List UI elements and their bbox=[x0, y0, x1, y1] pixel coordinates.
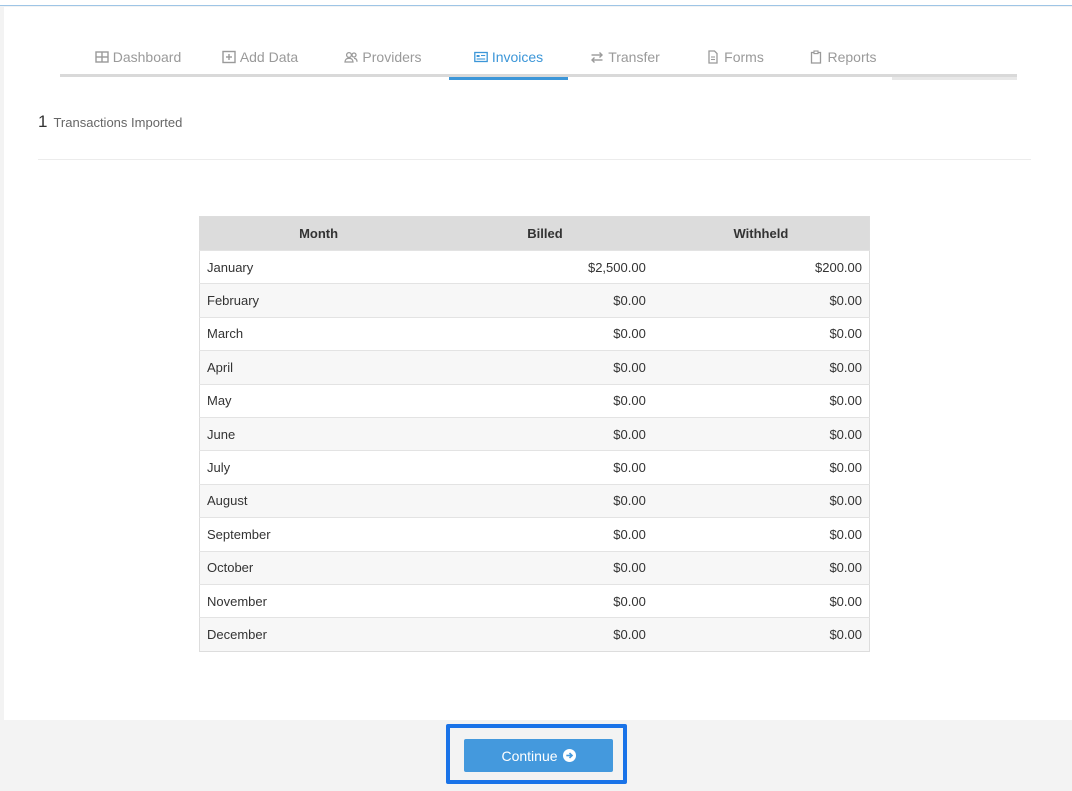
tab-bar: Dashboard Add Data Providers Invoices Tr… bbox=[60, 37, 1017, 80]
month-cell: November bbox=[199, 583, 438, 618]
tab-label: Providers bbox=[362, 49, 422, 65]
document-icon bbox=[706, 50, 720, 64]
month-cell: January bbox=[199, 249, 438, 284]
month-cell: September bbox=[199, 517, 438, 552]
month-cell: August bbox=[199, 483, 438, 518]
tab-providers[interactable]: Providers bbox=[330, 37, 436, 77]
table-row: April $0.00 $0.00 bbox=[199, 350, 870, 385]
billed-cell: $0.00 bbox=[437, 517, 653, 552]
withheld-cell: $0.00 bbox=[652, 283, 870, 318]
top-border bbox=[0, 0, 1072, 6]
tab-bar-end-segment bbox=[892, 77, 1017, 80]
table-row: July $0.00 $0.00 bbox=[199, 450, 870, 485]
column-header-billed: Billed bbox=[437, 216, 653, 251]
tab-reports[interactable]: Reports bbox=[795, 37, 891, 77]
withheld-cell: $0.00 bbox=[652, 450, 870, 485]
withheld-cell: $200.00 bbox=[652, 249, 870, 284]
tab-add-data[interactable]: Add Data bbox=[210, 37, 310, 77]
month-cell: March bbox=[199, 316, 438, 351]
billed-cell: $0.00 bbox=[437, 350, 653, 385]
tab-label: Transfer bbox=[608, 49, 660, 65]
table-row: March $0.00 $0.00 bbox=[199, 316, 870, 351]
tab-label: Dashboard bbox=[112, 49, 182, 65]
billed-cell: $0.00 bbox=[437, 316, 653, 351]
billed-cell: $0.00 bbox=[437, 416, 653, 451]
exchange-icon bbox=[590, 50, 604, 64]
month-cell: February bbox=[199, 283, 438, 318]
billed-cell: $2,500.00 bbox=[437, 249, 653, 284]
column-header-withheld: Withheld bbox=[652, 216, 870, 251]
billed-cell: $0.00 bbox=[437, 383, 653, 418]
tab-label: Forms bbox=[724, 49, 764, 65]
table-row: May $0.00 $0.00 bbox=[199, 383, 870, 418]
billed-cell: $0.00 bbox=[437, 450, 653, 485]
month-cell: July bbox=[199, 450, 438, 485]
transactions-count: 1 bbox=[38, 112, 48, 131]
table-header-row: Month Billed Withheld bbox=[199, 216, 870, 251]
tab-label: Reports bbox=[827, 49, 877, 65]
month-cell: April bbox=[199, 350, 438, 385]
arrow-circle-right-icon bbox=[562, 749, 576, 762]
table-row: November $0.00 $0.00 bbox=[199, 583, 870, 618]
withheld-cell: $0.00 bbox=[652, 617, 870, 652]
continue-button[interactable]: Continue bbox=[464, 739, 613, 772]
table-row: December $0.00 $0.00 bbox=[199, 617, 870, 652]
withheld-cell: $0.00 bbox=[652, 583, 870, 618]
tab-forms[interactable]: Forms bbox=[691, 37, 779, 77]
clipboard-icon bbox=[809, 50, 823, 64]
tab-invoices[interactable]: Invoices bbox=[449, 37, 568, 80]
withheld-cell: $0.00 bbox=[652, 350, 870, 385]
withheld-cell: $0.00 bbox=[652, 316, 870, 351]
month-cell: December bbox=[199, 617, 438, 652]
column-header-month: Month bbox=[199, 216, 438, 251]
table-icon bbox=[95, 50, 109, 64]
tab-transfer[interactable]: Transfer bbox=[575, 37, 675, 77]
withheld-cell: $0.00 bbox=[652, 383, 870, 418]
continue-label: Continue bbox=[501, 747, 558, 764]
table-row: September $0.00 $0.00 bbox=[199, 517, 870, 552]
table-row: June $0.00 $0.00 bbox=[199, 416, 870, 451]
table-row: February $0.00 $0.00 bbox=[199, 283, 870, 318]
withheld-cell: $0.00 bbox=[652, 483, 870, 518]
billed-cell: $0.00 bbox=[437, 617, 653, 652]
tab-label: Invoices bbox=[491, 49, 544, 65]
invoice-card-icon bbox=[473, 50, 488, 64]
billed-cell: $0.00 bbox=[437, 283, 653, 318]
month-cell: June bbox=[199, 416, 438, 451]
import-summary: 1 Transactions Imported bbox=[38, 112, 182, 132]
plus-square-icon bbox=[222, 50, 236, 64]
table-row: January $2,500.00 $200.00 bbox=[199, 249, 870, 284]
table-row: August $0.00 $0.00 bbox=[199, 483, 870, 518]
transactions-label: Transactions Imported bbox=[53, 115, 183, 130]
tab-dashboard[interactable]: Dashboard bbox=[84, 37, 192, 77]
monthly-totals-table: Month Billed Withheld January $2,500.00 … bbox=[199, 216, 870, 652]
withheld-cell: $0.00 bbox=[652, 517, 870, 552]
billed-cell: $0.00 bbox=[437, 483, 653, 518]
withheld-cell: $0.00 bbox=[652, 416, 870, 451]
billed-cell: $0.00 bbox=[437, 550, 653, 585]
withheld-cell: $0.00 bbox=[652, 550, 870, 585]
tab-label: Add Data bbox=[239, 49, 299, 65]
billed-cell: $0.00 bbox=[437, 583, 653, 618]
month-cell: May bbox=[199, 383, 438, 418]
month-cell: October bbox=[199, 550, 438, 585]
divider bbox=[38, 159, 1031, 160]
table-row: October $0.00 $0.00 bbox=[199, 550, 870, 585]
users-icon bbox=[344, 50, 359, 64]
